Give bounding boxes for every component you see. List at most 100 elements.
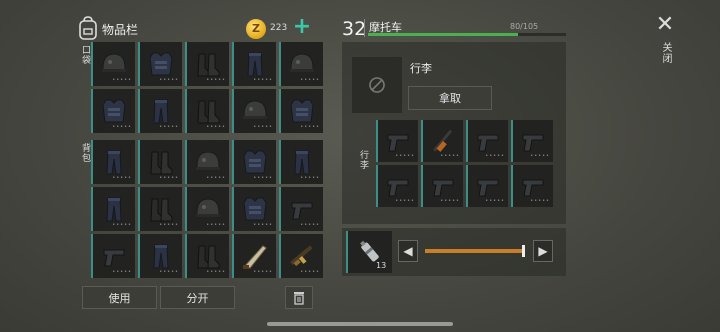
rarity-dots: ••••• [395, 198, 415, 204]
inventory-slot[interactable]: ••••• [279, 234, 323, 278]
rifle-icon [290, 245, 313, 267]
pistol-icon [477, 134, 499, 152]
rarity-dots: ••••• [159, 124, 179, 130]
pistol-icon [387, 134, 409, 152]
boots-icon [150, 198, 173, 222]
pocket-grid: ••••• ••••• ••••• ••••• ••••• ••••• ••••• •••••… [91, 42, 323, 133]
machete-icon [243, 245, 267, 269]
inventory-title: 物品栏 [102, 23, 139, 37]
inventory-slot[interactable]: ••••• [466, 165, 508, 207]
decrease-button[interactable]: ◀ [398, 240, 418, 262]
rarity-dots: ••••• [112, 269, 132, 275]
rarity-dots: ••••• [206, 175, 226, 181]
armor-icon [243, 150, 267, 174]
inventory-slot[interactable]: ••••• [138, 42, 182, 86]
add-coins-button[interactable]: + [292, 16, 312, 38]
inventory-slot[interactable]: ••••• [185, 234, 229, 278]
rarity-dots: ••••• [159, 222, 179, 228]
boots-icon [150, 151, 173, 175]
inventory-slot[interactable]: ••••• [91, 187, 135, 231]
pistol-icon [522, 134, 544, 152]
inventory-slot[interactable]: ••••• [138, 187, 182, 231]
helmet-icon [196, 151, 220, 170]
increase-button[interactable]: ▶ [533, 240, 553, 262]
rarity-dots: ••••• [112, 222, 132, 228]
trash-button[interactable] [285, 286, 313, 309]
rarity-dots: ••••• [112, 124, 132, 130]
home-indicator[interactable] [267, 322, 453, 326]
inventory-slot[interactable]: ••••• [232, 140, 276, 184]
armor-icon [102, 99, 126, 123]
inventory-slot[interactable]: ••••• [185, 187, 229, 231]
inventory-slot[interactable]: ••••• [138, 234, 182, 278]
inventory-slot[interactable]: ••••• [511, 120, 553, 162]
pistol-icon [522, 179, 544, 197]
arrow-left-icon: ◀ [403, 244, 413, 258]
close-label: 关闭 [660, 42, 671, 64]
slider-handle[interactable] [522, 245, 525, 257]
inventory-slot[interactable]: ••••• [466, 120, 508, 162]
trash-icon [294, 291, 304, 305]
capacity-bar [368, 33, 566, 36]
inventory-slot[interactable]: ••••• [185, 140, 229, 184]
boots-icon [197, 245, 220, 269]
helmet-icon [243, 100, 267, 119]
boots-icon [197, 53, 220, 77]
boots-icon [197, 100, 220, 124]
inventory-slot[interactable]: ••••• [279, 89, 323, 133]
inventory-slot[interactable]: ••••• [279, 42, 323, 86]
rarity-dots: ••••• [440, 198, 460, 204]
pants-icon [153, 99, 169, 124]
pants-icon [106, 150, 122, 175]
close-button[interactable]: ✕ [654, 14, 676, 36]
rarity-dots: ••••• [395, 153, 415, 159]
use-button[interactable]: 使用 [82, 286, 157, 309]
rarity-dots: ••••• [253, 77, 273, 83]
ammo-count: 13 [376, 261, 387, 270]
inventory-slot[interactable]: ••••• [376, 165, 418, 207]
sniper-icon [433, 129, 453, 152]
rarity-dots: ••••• [253, 269, 273, 275]
rarity-dots: ••••• [112, 77, 132, 83]
rarity-dots: ••••• [159, 175, 179, 181]
armor-icon [149, 52, 173, 76]
inventory-slot[interactable]: ••••• [91, 42, 135, 86]
luggage-slot[interactable] [352, 57, 402, 113]
armor-icon [243, 197, 267, 221]
rarity-dots: ••••• [206, 222, 226, 228]
rarity-dots: ••••• [253, 222, 273, 228]
inventory-slot[interactable]: ••••• [421, 165, 463, 207]
split-button[interactable]: 分开 [160, 286, 235, 309]
inventory-slot[interactable]: ••••• [232, 89, 276, 133]
inventory-slot[interactable]: ••••• [511, 165, 553, 207]
inventory-slot[interactable]: ••••• [91, 89, 135, 133]
inventory-slot[interactable]: ••••• [232, 42, 276, 86]
empty-slot-icon [369, 77, 385, 93]
rarity-dots: ••••• [530, 198, 550, 204]
vehicle-capacity: 80/105 [510, 22, 539, 31]
rarity-dots: ••••• [300, 124, 320, 130]
pistol-icon [387, 179, 409, 197]
rarity-dots: ••••• [485, 198, 505, 204]
luggage-label: 行李 [410, 62, 432, 75]
quantity-slider[interactable] [425, 249, 525, 253]
pistol-icon [432, 179, 454, 197]
inventory-slot[interactable]: ••••• [91, 234, 135, 278]
inventory-slot[interactable]: ••••• [185, 42, 229, 86]
rarity-dots: ••••• [253, 175, 273, 181]
coin-icon: Z [246, 19, 266, 39]
inventory-slot[interactable]: ••••• [138, 89, 182, 133]
inventory-slot[interactable]: ••••• [232, 187, 276, 231]
take-button[interactable]: 拿取 [408, 86, 492, 110]
rarity-dots: ••••• [206, 77, 226, 83]
inventory-slot[interactable]: ••••• [376, 120, 418, 162]
inventory-slot[interactable]: ••••• [91, 140, 135, 184]
rarity-dots: ••••• [440, 153, 460, 159]
pants-icon [106, 197, 122, 222]
inventory-slot[interactable]: ••••• [232, 234, 276, 278]
inventory-slot[interactable]: ••••• [138, 140, 182, 184]
inventory-slot[interactable]: ••••• [279, 140, 323, 184]
inventory-slot[interactable]: ••••• [421, 120, 463, 162]
inventory-slot[interactable]: ••••• [279, 187, 323, 231]
inventory-slot[interactable]: ••••• [185, 89, 229, 133]
